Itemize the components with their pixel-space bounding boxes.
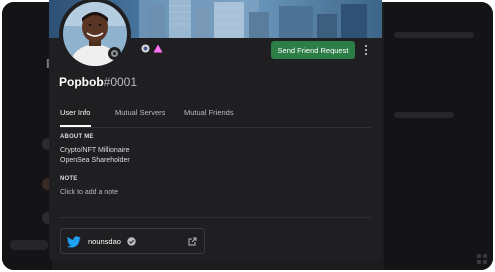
note-heading: NOTE — [60, 176, 78, 182]
connection-name: nounsdao — [88, 237, 121, 246]
tab-mutual-servers[interactable]: Mutual Servers — [115, 108, 165, 117]
nitro-badge-icon — [153, 44, 163, 53]
offline-status-icon — [108, 47, 121, 60]
user-profile-modal: Send Friend Request Popbob#0001 User Inf… — [49, 0, 382, 262]
connections-divider — [59, 217, 371, 218]
background-content — [384, 2, 493, 270]
more-options-icon[interactable] — [360, 41, 372, 59]
tab-user-info[interactable]: User Info — [60, 108, 90, 117]
background-block — [394, 32, 474, 38]
external-link-icon[interactable] — [188, 237, 197, 246]
connected-account: nounsdao — [60, 228, 205, 254]
about-me-line: Crypto/NFT Millionaire — [60, 147, 130, 154]
note-input[interactable]: Click to add a note — [60, 189, 118, 196]
background-sidebar — [2, 2, 54, 270]
discriminator: #0001 — [103, 75, 138, 89]
about-me-line: OpenSea Shareholder — [60, 157, 130, 164]
profile-badges — [141, 44, 163, 53]
background-block — [10, 240, 48, 250]
hypesquad-badge-icon — [141, 44, 150, 53]
background-block — [394, 112, 454, 118]
settings-icon[interactable] — [476, 253, 488, 265]
username-text: Popbob — [59, 75, 104, 89]
twitter-icon — [67, 236, 81, 248]
tabs-divider — [59, 127, 371, 128]
about-me-heading: ABOUT ME — [60, 134, 94, 140]
tab-mutual-friends[interactable]: Mutual Friends — [184, 108, 234, 117]
profile-username: Popbob#0001 — [59, 75, 137, 89]
send-friend-request-button[interactable]: Send Friend Request — [271, 41, 355, 59]
verified-icon — [127, 237, 136, 246]
